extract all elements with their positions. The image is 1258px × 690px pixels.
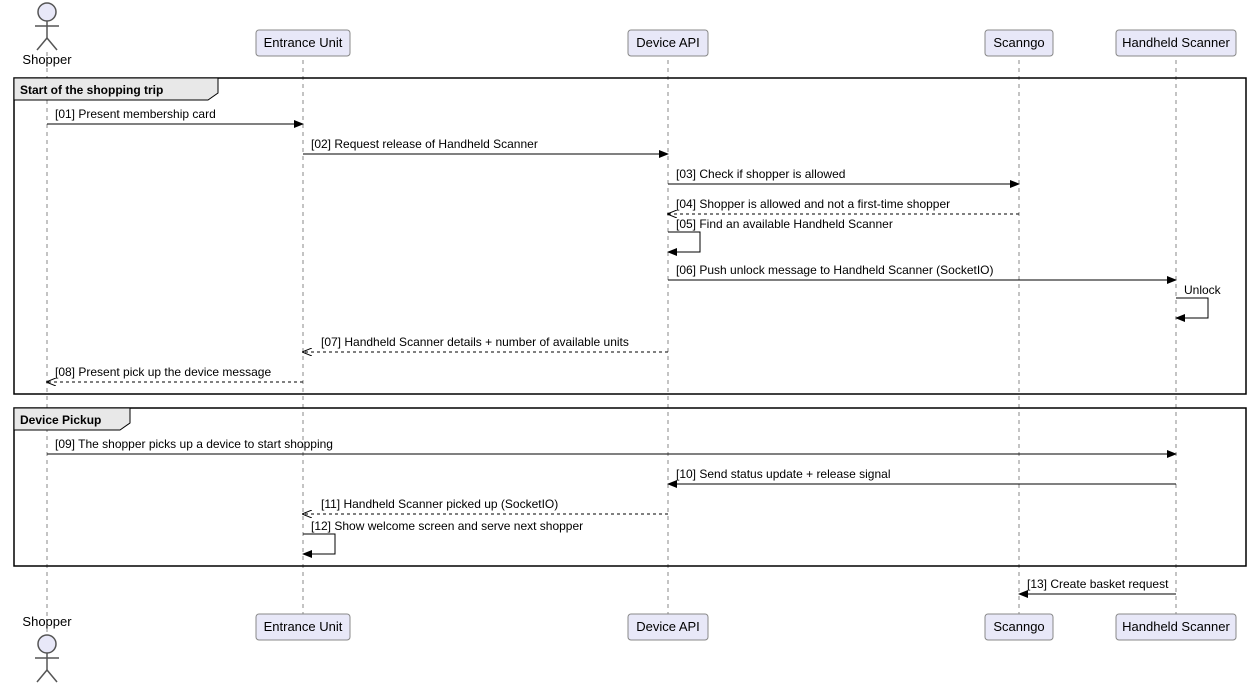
msg-unlock: Unlock (1184, 283, 1222, 297)
msg-03: [03] Check if shopper is allowed (676, 167, 845, 181)
arrow-m05 (668, 232, 700, 252)
participant-entrance-bottom: Entrance Unit (256, 614, 350, 640)
svg-text:Scanngo: Scanngo (993, 35, 1044, 50)
participant-handheld-top: Handheld Scanner (1116, 30, 1236, 56)
svg-text:Handheld Scanner: Handheld Scanner (1122, 35, 1230, 50)
svg-text:Scanngo: Scanngo (993, 619, 1044, 634)
msg-06: [06] Push unlock message to Handheld Sca… (676, 263, 994, 277)
msg-11: [11] Handheld Scanner picked up (SocketI… (321, 497, 558, 511)
group-label-start: Start of the shopping trip (20, 83, 163, 97)
msg-02: [02] Request release of Handheld Scanner (311, 137, 538, 151)
svg-text:Handheld Scanner: Handheld Scanner (1122, 619, 1230, 634)
participant-device-api-bottom: Device API (628, 614, 708, 640)
svg-text:Entrance Unit: Entrance Unit (264, 35, 343, 50)
msg-07: [07] Handheld Scanner details + number o… (321, 335, 629, 349)
group-start-trip (14, 78, 1246, 394)
msg-04: [04] Shopper is allowed and not a first-… (676, 197, 950, 211)
group-device-pickup (14, 408, 1246, 566)
sequence-diagram: Shopper Entrance Unit Device API Scanngo… (0, 0, 1258, 690)
participant-device-api-top: Device API (628, 30, 708, 56)
msg-01: [01] Present membership card (55, 107, 216, 121)
participant-handheld-bottom: Handheld Scanner (1116, 614, 1236, 640)
svg-text:Shopper: Shopper (22, 614, 72, 629)
participant-scanngo-top: Scanngo (985, 30, 1053, 56)
actor-shopper-top: Shopper (22, 3, 72, 67)
group-label-pickup: Device Pickup (20, 413, 101, 427)
participant-scanngo-bottom: Scanngo (985, 614, 1053, 640)
arrow-m12 (303, 534, 335, 554)
msg-05: [05] Find an available Handheld Scanner (676, 217, 893, 231)
actor-shopper-label: Shopper (22, 52, 72, 67)
participant-entrance-top: Entrance Unit (256, 30, 350, 56)
msg-12: [12] Show welcome screen and serve next … (311, 519, 583, 533)
arrow-unlock (1176, 298, 1208, 318)
svg-text:Device API: Device API (636, 619, 700, 634)
msg-13: [13] Create basket request (1027, 577, 1169, 591)
msg-10: [10] Send status update + release signal (676, 467, 890, 481)
actor-shopper-bottom: Shopper (22, 614, 72, 682)
svg-text:Entrance Unit: Entrance Unit (264, 619, 343, 634)
msg-08: [08] Present pick up the device message (55, 365, 271, 379)
msg-09: [09] The shopper picks up a device to st… (55, 437, 333, 451)
svg-text:Device API: Device API (636, 35, 700, 50)
